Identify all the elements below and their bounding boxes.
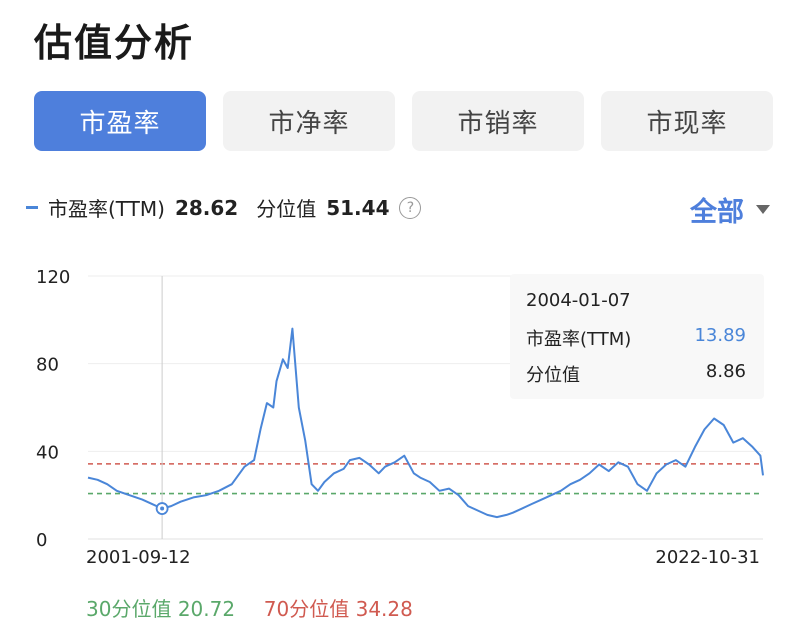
tooltip-date: 2004-01-07	[526, 290, 631, 311]
tooltip-series-label: 市盈率(TTM)	[526, 329, 632, 350]
p70-value: 34.28	[355, 597, 413, 621]
p30-value: 20.72	[177, 597, 236, 621]
y-tick-label: 40	[36, 442, 59, 463]
y-tick-label: 80	[36, 355, 59, 376]
tooltip-series-value: 13.89	[694, 325, 746, 346]
percentile-summary: 30分位值 20.72 70分位值 34.28	[86, 593, 413, 622]
highlight-marker-dot	[160, 506, 165, 511]
p30-label: 30分位值	[86, 597, 172, 621]
y-tick-label: 0	[36, 530, 47, 551]
p70-label: 70分位值	[263, 597, 350, 621]
x-tick-label: 2022-10-31	[655, 547, 760, 568]
y-tick-label: 120	[36, 267, 70, 288]
tooltip-percentile-label: 分位值	[526, 365, 580, 386]
x-tick-label: 2001-09-12	[86, 547, 191, 568]
chart-tooltip: 2004-01-07 市盈率(TTM) 13.89 分位值 8.86	[510, 274, 764, 399]
tooltip-percentile-value: 8.86	[705, 361, 746, 382]
